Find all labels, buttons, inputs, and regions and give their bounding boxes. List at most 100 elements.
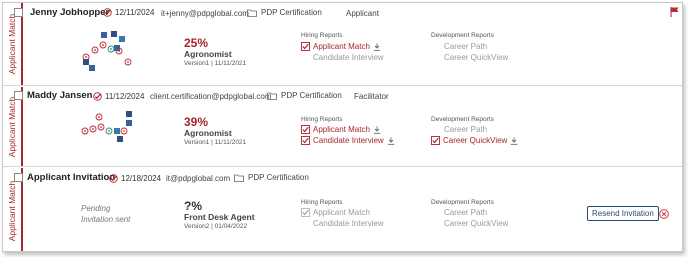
hiring-reports-title: Hiring Reports	[301, 199, 343, 206]
profile-marker	[126, 120, 132, 126]
profile-marker	[95, 113, 103, 121]
certification: PDP Certification	[247, 8, 322, 17]
date-text: 12/18/2024	[121, 174, 162, 183]
folder-icon	[247, 9, 257, 17]
select-checkbox[interactable]	[14, 8, 23, 17]
report-career-quickview[interactable]: Career QuickView	[444, 219, 508, 228]
date-text: 12/11/2024	[115, 8, 155, 17]
report-label: Career Path	[444, 125, 488, 134]
certification-text: PDP Certification	[261, 8, 322, 17]
job-title: Agronomist	[184, 49, 232, 59]
profile-marker	[99, 41, 107, 49]
report-label: Career QuickView	[444, 219, 509, 228]
applicant-card: Applicant Match Jenny Jobhopper 12/11/20…	[3, 3, 682, 86]
report-candidate-interview[interactable]: Candidate Interview	[313, 53, 384, 62]
development-reports-title: Development Reports	[431, 199, 494, 206]
job-title: Front Desk Agent	[184, 212, 255, 222]
report-applicant-match[interactable]: Applicant Match	[301, 125, 381, 134]
profile-chart	[81, 111, 132, 142]
role-text: Facilitator	[354, 92, 389, 101]
profile-marker	[91, 46, 99, 54]
check-circle-icon	[103, 8, 112, 17]
profile-marker	[114, 45, 120, 51]
check-box-icon	[431, 136, 440, 145]
check-box-icon	[301, 136, 310, 145]
report-applicant-match[interactable]: Applicant Match	[301, 42, 381, 51]
report-career-quickview[interactable]: Career QuickView	[431, 136, 518, 145]
report-label: Applicant Match	[313, 125, 370, 134]
email-text: it+jenny@pdpglobal.com	[161, 9, 249, 18]
job-version: Version2 | 01/04/2022	[184, 223, 248, 230]
folder-icon	[234, 174, 244, 182]
development-reports-title: Development Reports	[431, 116, 494, 123]
report-label: Applicant Match	[313, 42, 370, 51]
assessment-date: 12/11/2024	[103, 8, 154, 17]
applicant-list: Applicant Match Jenny Jobhopper 12/11/20…	[2, 2, 683, 252]
profile-marker	[126, 111, 132, 117]
certification: PDP Certification	[234, 173, 309, 182]
check-box-icon	[301, 125, 310, 134]
report-applicant-match[interactable]: Applicant Match	[301, 208, 370, 217]
select-checkbox[interactable]	[14, 91, 23, 100]
report-career-path[interactable]: Career Path	[444, 208, 487, 217]
applicant-name[interactable]: Applicant Invitation	[27, 172, 115, 183]
assessment-date: 12/18/2024	[109, 174, 161, 183]
profile-marker	[97, 123, 105, 131]
email-text: it@pdpglobal.com	[166, 174, 231, 183]
profile-marker	[89, 65, 95, 71]
date-text: 11/12/2024	[105, 92, 145, 101]
profile-marker	[117, 136, 123, 142]
certification: PDP Certification	[267, 91, 342, 100]
side-label: Applicant Match	[7, 13, 17, 75]
resend-invitation-button[interactable]: Resend Invitation	[587, 206, 659, 221]
applicant-card: Applicant Match Applicant Invitation 12/…	[3, 168, 682, 251]
profile-marker	[83, 59, 89, 65]
flag-icon[interactable]	[670, 7, 679, 17]
profile-marker	[81, 127, 89, 135]
download-icon[interactable]	[387, 137, 395, 145]
role-text: Applicant	[346, 9, 379, 18]
report-candidate-interview[interactable]: Candidate Interview	[313, 219, 384, 228]
profile-marker	[120, 127, 128, 135]
report-label: Career QuickView	[444, 53, 509, 62]
certification-text: PDP Certification	[281, 91, 342, 100]
job-title: Agronomist	[184, 128, 232, 138]
check-box-icon	[301, 42, 310, 51]
select-checkbox[interactable]	[14, 173, 23, 182]
report-career-quickview[interactable]: Career QuickView	[444, 53, 508, 62]
download-icon[interactable]	[373, 43, 381, 51]
applicant-name[interactable]: Jenny Jobhopper	[30, 7, 109, 18]
check-circle-icon	[93, 92, 102, 101]
report-label: Career Path	[444, 208, 488, 217]
side-label: Applicant Match	[7, 96, 17, 157]
folder-icon	[267, 92, 277, 100]
check-circle-icon	[109, 174, 118, 183]
profile-marker	[89, 125, 97, 133]
profile-chart	[82, 31, 132, 71]
report-career-path[interactable]: Career Path	[444, 125, 487, 134]
profile-marker	[111, 31, 117, 37]
download-icon[interactable]	[373, 126, 381, 134]
email-text: client.certification@pdpglobal.com	[150, 92, 272, 101]
profile-marker	[105, 127, 113, 135]
applicant-name[interactable]: Maddy Jansen	[27, 90, 92, 101]
report-career-path[interactable]: Career Path	[444, 42, 487, 51]
profile-marker	[107, 45, 115, 53]
check-box-icon	[301, 208, 310, 217]
development-reports-title: Development Reports	[431, 32, 494, 39]
match-percent: 39%	[184, 115, 209, 129]
report-candidate-interview[interactable]: Candidate Interview	[301, 136, 395, 145]
report-label: Candidate Interview	[313, 53, 384, 62]
report-label: Candidate Interview	[313, 136, 384, 145]
profile-marker	[114, 128, 120, 134]
certification-text: PDP Certification	[248, 173, 309, 182]
profile-marker	[101, 32, 107, 38]
invitation-status: Invitation sent	[81, 215, 131, 224]
applicant-card: Applicant Match Maddy Jansen 11/12/2024 …	[3, 87, 682, 167]
assessment-date: 11/12/2024	[93, 92, 144, 101]
report-label: Applicant Match	[313, 208, 370, 217]
pending-status: Pending	[81, 204, 111, 213]
download-icon[interactable]	[510, 137, 518, 145]
job-version: Version1 | 11/11/2021	[184, 139, 247, 146]
close-circle-icon[interactable]	[659, 209, 669, 219]
